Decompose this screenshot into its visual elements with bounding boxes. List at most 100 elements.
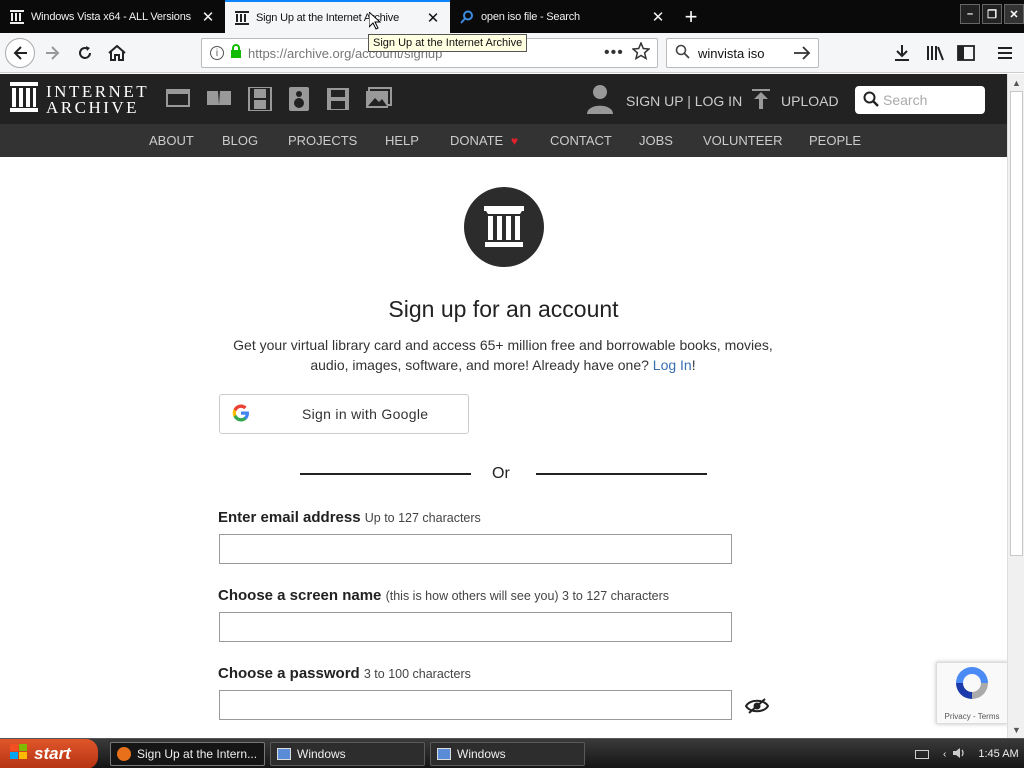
sign-in-with-google-button[interactable]: Sign in with Google (219, 394, 469, 434)
password-field[interactable] (219, 690, 732, 720)
tab-title: Windows Vista x64 - ALL Versions (31, 10, 191, 23)
nav-projects[interactable]: PROJECTS (288, 133, 357, 148)
taskbar-item-firefox[interactable]: Sign Up at the Intern... (110, 742, 265, 766)
upload-link[interactable]: UPLOAD (751, 88, 839, 113)
window-icon (277, 748, 291, 760)
taskbar-item-windows-1[interactable]: Windows (270, 742, 425, 766)
home-button[interactable] (102, 38, 132, 68)
firefox-icon (117, 747, 131, 761)
images-icon[interactable] (366, 87, 392, 116)
ia-top-bar: INTERNET ARCHIVE SIGN UP | LOG IN UPLOAD… (0, 74, 1007, 124)
tab-sign-up[interactable]: Sign Up at the Internet Archive ✕ (225, 0, 450, 33)
reload-button[interactable] (70, 38, 100, 68)
start-button[interactable]: start (0, 739, 98, 768)
search-go-icon[interactable] (793, 45, 811, 64)
password-hint: 3 to 100 characters (363, 667, 471, 681)
downloads-icon[interactable] (891, 43, 913, 63)
taskbar-item-windows-2[interactable]: Windows (430, 742, 585, 766)
taskbar-item-label: Windows (297, 747, 346, 761)
sign-up-login-text[interactable]: SIGN UP | LOG IN (626, 93, 742, 109)
new-tab-button[interactable]: + (676, 0, 706, 33)
web-icon[interactable] (166, 87, 190, 116)
sidebar-icon[interactable] (955, 43, 977, 63)
tab-open-iso-search[interactable]: open iso file - Search ✕ (450, 0, 675, 33)
tab-windows-vista[interactable]: Windows Vista x64 - ALL Versions ✕ (0, 0, 225, 33)
nav-blog[interactable]: BLOG (222, 133, 258, 148)
library-icon[interactable] (924, 43, 946, 63)
video-icon[interactable] (248, 86, 272, 116)
restore-button[interactable]: ❐ (982, 4, 1002, 24)
taskbar-item-label: Sign Up at the Intern... (137, 747, 258, 761)
forward-button[interactable] (38, 38, 68, 68)
search-icon (675, 44, 690, 62)
info-icon[interactable]: i (210, 46, 224, 60)
recaptcha-badge[interactable]: Privacy - Terms (936, 662, 1008, 724)
window-controls: – ❐ ✕ (960, 4, 1024, 24)
log-in-link[interactable]: Log In (653, 357, 692, 373)
tab-tooltip: Sign Up at the Internet Archive (368, 34, 528, 52)
keyboard-icon[interactable] (915, 749, 929, 759)
password-label-text: Choose a password (218, 665, 360, 682)
bookmark-star-icon[interactable] (631, 41, 651, 65)
sign-up-login-link[interactable]: SIGN UP | LOG IN (586, 83, 742, 118)
mouse-cursor-icon (368, 10, 382, 35)
window-icon (437, 748, 451, 760)
nav-people[interactable]: PEOPLE (809, 133, 861, 148)
nav-jobs[interactable]: JOBS (639, 133, 673, 148)
nav-donate[interactable]: DONATE ♥ (450, 133, 518, 148)
clock[interactable]: 1:45 AM (978, 748, 1018, 760)
page-scrollbar[interactable]: ▲ ▼ (1007, 74, 1024, 738)
ia-columns-icon (10, 9, 24, 24)
menu-icon[interactable] (994, 43, 1016, 63)
search-value: winvista iso (698, 45, 765, 61)
upload-icon (751, 88, 771, 113)
close-icon[interactable]: ✕ (197, 8, 219, 26)
show-password-eye-icon[interactable] (744, 697, 770, 720)
texts-icon[interactable] (206, 87, 232, 116)
page-actions-icon[interactable]: ••• (604, 44, 624, 62)
scroll-up-arrow-icon[interactable]: ▲ (1008, 74, 1024, 91)
close-icon[interactable]: ✕ (422, 9, 444, 27)
ia-logo-text: INTERNET ARCHIVE (46, 83, 149, 116)
user-icon (586, 83, 614, 118)
start-label: start (34, 744, 71, 763)
ia-logo[interactable]: INTERNET ARCHIVE (10, 82, 149, 117)
volume-icon[interactable] (952, 747, 966, 762)
ia-search-box[interactable]: Search (855, 86, 985, 114)
email-label-text: Enter email address (218, 509, 361, 526)
google-button-label: Sign in with Google (302, 406, 429, 422)
software-icon[interactable] (326, 87, 350, 116)
search-icon (460, 10, 474, 24)
minimize-button[interactable]: – (960, 4, 980, 24)
close-icon[interactable]: ✕ (647, 8, 669, 26)
upload-text[interactable]: UPLOAD (781, 93, 839, 109)
nav-contact[interactable]: CONTACT (550, 133, 612, 148)
nav-volunteer[interactable]: VOLUNTEER (703, 133, 782, 148)
signup-description: Get your virtual library card and access… (222, 335, 784, 375)
google-g-icon (232, 404, 250, 425)
heart-icon: ♥ (510, 134, 518, 148)
tab-title: open iso file - Search (481, 10, 580, 23)
browser-search-field[interactable]: winvista iso (666, 38, 819, 68)
page-title: Sign up for an account (388, 296, 619, 322)
nav-about[interactable]: ABOUT (149, 133, 194, 148)
close-window-button[interactable]: ✕ (1004, 4, 1024, 24)
scroll-thumb[interactable] (1010, 91, 1023, 556)
email-field[interactable] (219, 534, 732, 564)
browser-tab-strip: Windows Vista x64 - ALL Versions ✕ Sign … (0, 0, 1024, 33)
lock-icon[interactable] (230, 43, 242, 63)
ia-circle-logo (464, 187, 544, 267)
scroll-down-arrow-icon[interactable]: ▼ (1008, 721, 1024, 738)
ia-nav-bar: ABOUT BLOG PROJECTS HELP DONATE ♥ CONTAC… (0, 124, 1007, 157)
screen-name-field[interactable] (219, 612, 732, 642)
tray-expand-icon[interactable]: ‹ (943, 749, 946, 760)
media-type-icons (166, 86, 392, 116)
email-label: Enter email address Up to 127 characters (218, 509, 481, 526)
divider-right (536, 473, 707, 475)
description-end: ! (691, 357, 696, 373)
recaptcha-links[interactable]: Privacy - Terms (945, 712, 1000, 721)
screen-name-label: Choose a screen name (this is how others… (218, 587, 669, 604)
nav-help[interactable]: HELP (385, 133, 419, 148)
audio-icon[interactable] (288, 87, 310, 116)
back-button[interactable] (5, 38, 35, 68)
